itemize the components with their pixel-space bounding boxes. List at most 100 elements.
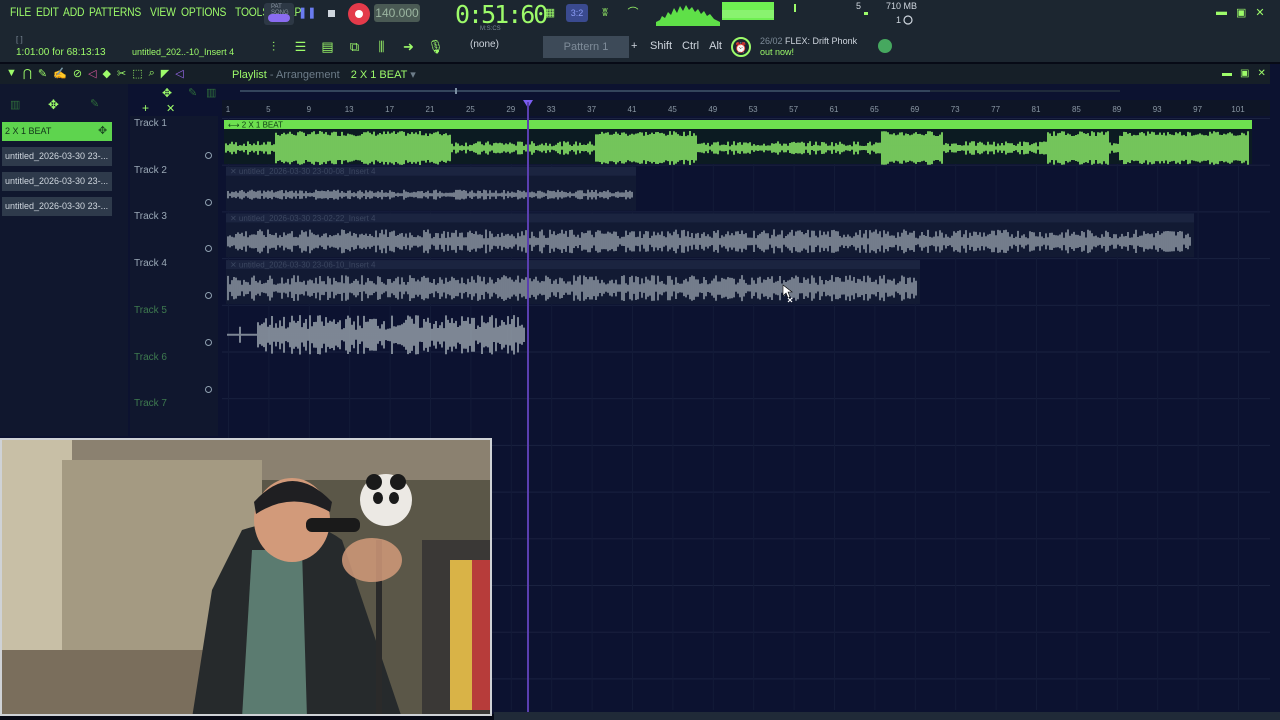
picker-grid-icon[interactable]: ▥ [10,98,20,111]
modifier-keys: Shift Ctrl Alt [650,40,722,52]
slip-tool-icon[interactable]: ◆ [103,67,111,80]
track-mute-led[interactable] [205,292,212,300]
menu-view[interactable]: VIEW [150,5,176,19]
track-pencil-icon[interactable]: ✎ [188,86,197,99]
remove-track-icon[interactable]: ✕ [166,102,175,115]
picker-move-icon[interactable]: ✥ [48,97,59,113]
grid-line [1116,118,1118,710]
close-icon[interactable]: ✕ [1255,6,1264,19]
add-track-icon[interactable]: + [142,101,149,115]
playlist-toolbar [0,64,1270,84]
grid-line [914,118,916,710]
track-grid-icon[interactable]: ▥ [206,86,216,99]
play-pause-button[interactable]: ❚❚ [298,6,316,20]
picker-item[interactable]: untitled_2026-03-30 23-... [2,147,112,166]
minimize-icon[interactable]: ▬ [1216,6,1227,19]
delete-tool-icon[interactable]: ⊘ [73,67,82,80]
pattern-song-toggle[interactable]: PAT SONG [264,3,294,25]
audio-clip[interactable]: ✕ untitled_2026-03-30 23-02-22_Insert 4 [226,213,1194,258]
zoom-tool-icon[interactable]: ⌕ [149,67,155,80]
vertical-scrollbar[interactable] [1270,64,1280,714]
stop-button[interactable] [324,6,338,20]
webcam-image [2,440,490,714]
timeline-bar-number: 93 [1152,105,1162,114]
select-tool-icon[interactable]: ⬚ [132,67,142,80]
playback-tool-icon[interactable]: ◤ [161,67,169,80]
horizontal-scrollbar[interactable] [494,712,1280,720]
track-name[interactable]: Track 3 [134,211,167,222]
alt-key[interactable]: Alt [709,40,722,52]
track-name[interactable]: Track 7 [134,398,167,409]
timeline-ruler[interactable]: 1 5 9 13 17 21 25 29 33 37 41 45 49 53 57 61 65 69 73 77 81 8… [222,100,1272,116]
playlist-close-icon[interactable]: ✕ [1257,68,1265,79]
draw-tool-icon[interactable]: ✎ [38,67,47,80]
picker-item[interactable]: untitled_2026-03-30 23-... [2,197,112,216]
menu-options[interactable]: OPTIONS [181,5,226,19]
picker-item-move-icon[interactable]: ✥ [98,124,107,137]
lane-divider [222,398,1272,400]
audio-clip[interactable]: ✕ untitled_2026-03-30 23-00-08_Insert 4 [226,166,636,211]
menu-patterns[interactable]: PATTERNS [89,5,141,19]
track-mute-led[interactable] [205,198,212,206]
grid-line [672,118,674,710]
plugin-icon[interactable]: ⫼ [370,36,393,58]
track-mute-led[interactable] [205,338,212,346]
slice-tool-icon[interactable]: ✂ [117,67,126,80]
magnet-icon[interactable]: ⋂ [23,67,32,80]
track-mute-led[interactable] [205,245,212,253]
pattern-selector[interactable]: Pattern 1 [543,36,629,58]
track-mute-led[interactable] [205,385,212,393]
playlist-label: Playlist [232,69,267,81]
timeline-bar-number: 9 [306,105,312,114]
playlist-minimize-icon[interactable]: ▬ [1222,68,1232,79]
song-position-clock[interactable]: 0:51:60 [455,0,548,29]
audio-clip[interactable]: ✕ untitled_2026-03-30 23-06-10_Insert 4 [226,260,920,305]
picker-item[interactable]: 2 X 1 BEAT [2,122,112,141]
step-edit-icon[interactable]: 3:2 [566,4,588,22]
record-button[interactable] [348,3,370,25]
track-mute-led[interactable] [205,152,212,159]
menu-file[interactable]: FILE [10,5,31,19]
track-name[interactable]: Track 4 [134,258,167,269]
mute-tool-icon[interactable]: ◁ [88,67,96,80]
picker-item[interactable]: untitled_2026-03-30 23-... [2,172,112,191]
snap-dropdown[interactable]: (none) [470,39,499,50]
metronome-icon[interactable]: ʬ [594,4,616,22]
track-name[interactable]: Track 5 [134,305,167,316]
grid-line [1197,118,1199,710]
current-pattern-label[interactable]: 2 X 1 BEAT [351,69,407,81]
arrangement-label[interactable]: Arrangement [276,69,340,81]
picker-pencil-icon[interactable]: ✎ [90,97,99,110]
speaker-icon[interactable]: ◁ [175,67,183,80]
typing-keyboard-icon[interactable]: ▦ [539,4,561,22]
audio-clip[interactable] [227,315,525,355]
menu-edit[interactable]: EDIT [36,5,59,19]
playlist-icon[interactable]: ⫶ [262,36,285,58]
paint-tool-icon[interactable]: ✍ [53,67,67,80]
news-panel[interactable]: 26/02 FLEX: Drift Phonk out now! [760,36,857,58]
wait-input-icon[interactable]: ⌒ [622,4,644,22]
timeline-bar-number: 5 [266,105,271,114]
browser-arrow-icon[interactable]: ➜ [397,36,420,58]
options-arrow-icon[interactable]: ▼ [6,67,17,80]
online-globe-icon[interactable] [878,39,892,53]
track-name[interactable]: Track 1 [134,118,167,129]
menu-add[interactable]: ADD [63,5,84,19]
playlist-maximize-icon[interactable]: ▣ [1240,68,1249,79]
track-move-icon[interactable]: ✥ [162,86,172,100]
piano-roll-icon[interactable]: ▤ [316,36,339,58]
audio-clip[interactable]: ⟷ 2 X 1 BEAT [224,120,1252,165]
timeline-bar-number: 29 [506,105,516,114]
track-name[interactable]: Track 6 [134,352,167,363]
microphone-icon[interactable]: 🎙 [424,36,447,58]
channel-rack-icon[interactable]: ☰ [289,36,312,58]
add-pattern-button[interactable]: + [631,40,637,52]
ctrl-key[interactable]: Ctrl [682,40,699,52]
shift-key[interactable]: Shift [650,40,672,52]
mixer-icon[interactable]: ⧉ [343,36,366,58]
playlist-overview-scrollbar[interactable] [240,88,1120,94]
maximize-icon[interactable]: ▣ [1236,6,1246,19]
tempo-display[interactable]: 140.000 [374,4,420,22]
track-name[interactable]: Track 2 [134,165,167,176]
news-alarm-icon[interactable]: ⏰ [731,37,751,57]
